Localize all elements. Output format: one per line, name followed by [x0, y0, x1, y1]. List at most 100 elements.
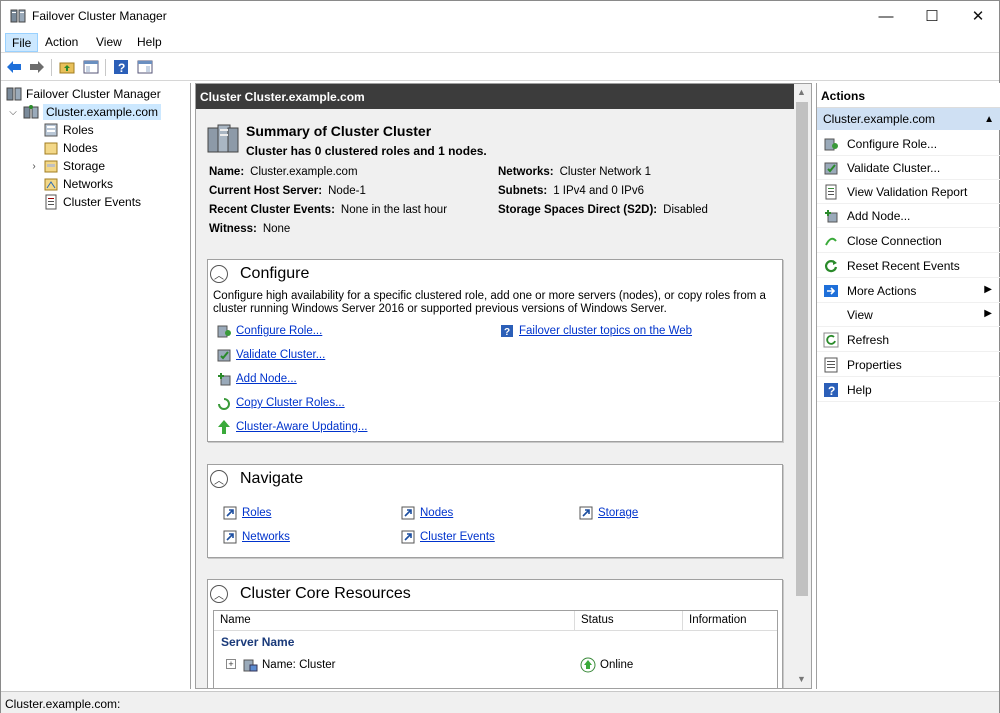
close-button[interactable]: ✕ — [955, 1, 1000, 31]
action-view[interactable]: View ▶ — [817, 303, 1000, 327]
results-header: Cluster Cluster.example.com — [196, 84, 794, 109]
help-icon: ? — [499, 323, 515, 339]
kv-recent-events: Recent Cluster Events: None in the last h… — [209, 204, 448, 216]
action-view-validation-report[interactable]: View Validation Report — [817, 180, 1000, 204]
tree-item-cluster-events[interactable]: Cluster Events — [43, 193, 141, 211]
actions-header: Actions — [817, 83, 1000, 108]
cluster-aware-updating-icon — [216, 419, 232, 435]
configure-role-icon — [216, 323, 232, 339]
maximize-button[interactable]: ☐ — [909, 1, 955, 31]
forward-arrow-icon[interactable] — [28, 58, 46, 76]
expand-chevron-icon[interactable]: › — [28, 160, 40, 172]
tree-item-nodes[interactable]: Nodes — [43, 139, 98, 157]
storage-icon — [43, 158, 59, 174]
nav-link-networks[interactable]: Networks — [222, 529, 290, 545]
column-header-information[interactable]: Information — [683, 611, 777, 631]
kv-s2d: Storage Spaces Direct (S2D): Disabled — [498, 204, 708, 216]
close-connection-icon — [823, 233, 839, 249]
nav-link-storage[interactable]: Storage — [578, 505, 638, 521]
action-more-actions[interactable]: More Actions ▶ — [817, 279, 1000, 303]
action-refresh[interactable]: Refresh — [817, 328, 1000, 352]
configure-header[interactable]: ︿ Configure — [210, 265, 309, 283]
link-cluster-aware-updating[interactable]: Cluster-Aware Updating... — [216, 419, 367, 435]
summary-panel: Summary of Cluster Cluster Cluster has 0… — [196, 109, 794, 688]
shortcut-arrow-icon — [222, 505, 238, 521]
action-help[interactable]: ? Help — [817, 378, 1000, 402]
link-configure-role[interactable]: Configure Role... — [216, 323, 322, 339]
nav-link-roles[interactable]: Roles — [222, 505, 271, 521]
tree-cluster-node[interactable]: Cluster.example.com — [23, 103, 162, 121]
status-bar: Cluster.example.com: — [1, 691, 999, 713]
action-reset-recent-events[interactable]: Reset Recent Events — [817, 254, 1000, 278]
window-title: Failover Cluster Manager — [32, 9, 167, 23]
nodes-icon — [43, 140, 59, 156]
title-bar: Failover Cluster Manager — ☐ ✕ — [1, 1, 999, 32]
tree-root[interactable]: Failover Cluster Manager — [6, 85, 161, 103]
shortcut-arrow-icon — [578, 505, 594, 521]
action-close-connection[interactable]: Close Connection — [817, 229, 1000, 253]
online-status-icon — [580, 657, 596, 676]
properties-icon — [823, 357, 839, 373]
summary-subtitle: Cluster has 0 clustered roles and 1 node… — [246, 144, 487, 158]
configure-description: Configure high availability for a specif… — [213, 290, 766, 315]
group-header: Server Name — [221, 635, 295, 649]
console-tree: Failover Cluster Manager ⌵ Cluster.examp… — [1, 83, 191, 689]
link-failover-topics[interactable]: ? Failover cluster topics on the Web — [499, 323, 692, 339]
svg-text:?: ? — [828, 384, 835, 398]
minimize-button[interactable]: — — [863, 1, 909, 31]
tree-item-storage[interactable]: Storage — [43, 157, 105, 175]
menu-help[interactable]: Help — [131, 33, 168, 52]
svg-text:?: ? — [118, 61, 125, 75]
core-resources-header[interactable]: ︿ Cluster Core Resources — [210, 585, 411, 603]
help-icon[interactable]: ? — [112, 58, 130, 76]
link-add-node[interactable]: Add Node... — [216, 371, 297, 387]
expand-plus-icon[interactable]: + — [226, 659, 236, 669]
vertical-scrollbar[interactable]: ▲ ▼ — [794, 84, 811, 688]
menu-view[interactable]: View — [90, 33, 128, 52]
show-hide-console-tree-icon[interactable] — [82, 58, 100, 76]
action-configure-role[interactable]: Configure Role... — [817, 132, 1000, 156]
collapse-icon[interactable]: ︿ — [210, 470, 228, 488]
nav-link-nodes[interactable]: Nodes — [400, 505, 453, 521]
reset-events-icon — [823, 258, 839, 274]
submenu-arrow-icon: ▶ — [984, 284, 992, 295]
collapse-chevron-icon[interactable]: ⌵ — [7, 106, 19, 118]
action-validate-cluster[interactable]: Validate Cluster... — [817, 156, 1000, 180]
kv-subnets: Subnets: 1 IPv4 and 0 IPv6 — [498, 185, 644, 197]
tree-item-networks[interactable]: Networks — [43, 175, 113, 193]
back-arrow-icon[interactable] — [5, 58, 23, 76]
submenu-arrow-icon: ▶ — [984, 308, 992, 319]
collapse-up-icon[interactable]: ▲ — [984, 114, 994, 125]
refresh-icon — [823, 332, 839, 348]
copy-roles-icon — [216, 395, 232, 411]
server-name-icon — [242, 657, 258, 676]
summary-title: Summary of Cluster Cluster — [246, 123, 432, 139]
cluster-manager-icon — [10, 8, 26, 24]
scroll-thumb[interactable] — [796, 102, 808, 596]
scroll-down-icon[interactable]: ▼ — [797, 674, 806, 684]
tree-item-roles[interactable]: Roles — [43, 121, 94, 139]
menu-file[interactable]: File — [5, 33, 39, 52]
shortcut-arrow-icon — [222, 529, 238, 545]
action-add-node[interactable]: Add Node... — [817, 204, 1000, 228]
table-row[interactable]: + Name: Cluster Online — [214, 655, 777, 677]
shortcut-arrow-icon — [400, 505, 416, 521]
link-validate-cluster[interactable]: Validate Cluster... — [216, 347, 325, 363]
navigate-header[interactable]: ︿ Navigate — [210, 470, 303, 488]
nav-link-cluster-events[interactable]: Cluster Events — [400, 529, 495, 545]
actions-subheader[interactable]: Cluster.example.com ▲ — [817, 108, 1000, 130]
more-actions-icon — [823, 283, 839, 299]
show-hide-action-pane-icon[interactable] — [136, 58, 154, 76]
help-icon: ? — [823, 382, 839, 398]
app-window: Failover Cluster Manager — ☐ ✕ File Acti… — [0, 0, 1000, 713]
validate-cluster-icon — [823, 160, 839, 176]
column-header-name[interactable]: Name — [214, 611, 575, 631]
collapse-icon[interactable]: ︿ — [210, 265, 228, 283]
collapse-icon[interactable]: ︿ — [210, 585, 228, 603]
up-folder-icon[interactable] — [58, 58, 76, 76]
scroll-up-icon[interactable]: ▲ — [797, 87, 806, 97]
menu-action[interactable]: Action — [39, 33, 84, 52]
action-properties[interactable]: Properties — [817, 353, 1000, 377]
link-copy-cluster-roles[interactable]: Copy Cluster Roles... — [216, 395, 345, 411]
column-header-status[interactable]: Status — [575, 611, 683, 631]
